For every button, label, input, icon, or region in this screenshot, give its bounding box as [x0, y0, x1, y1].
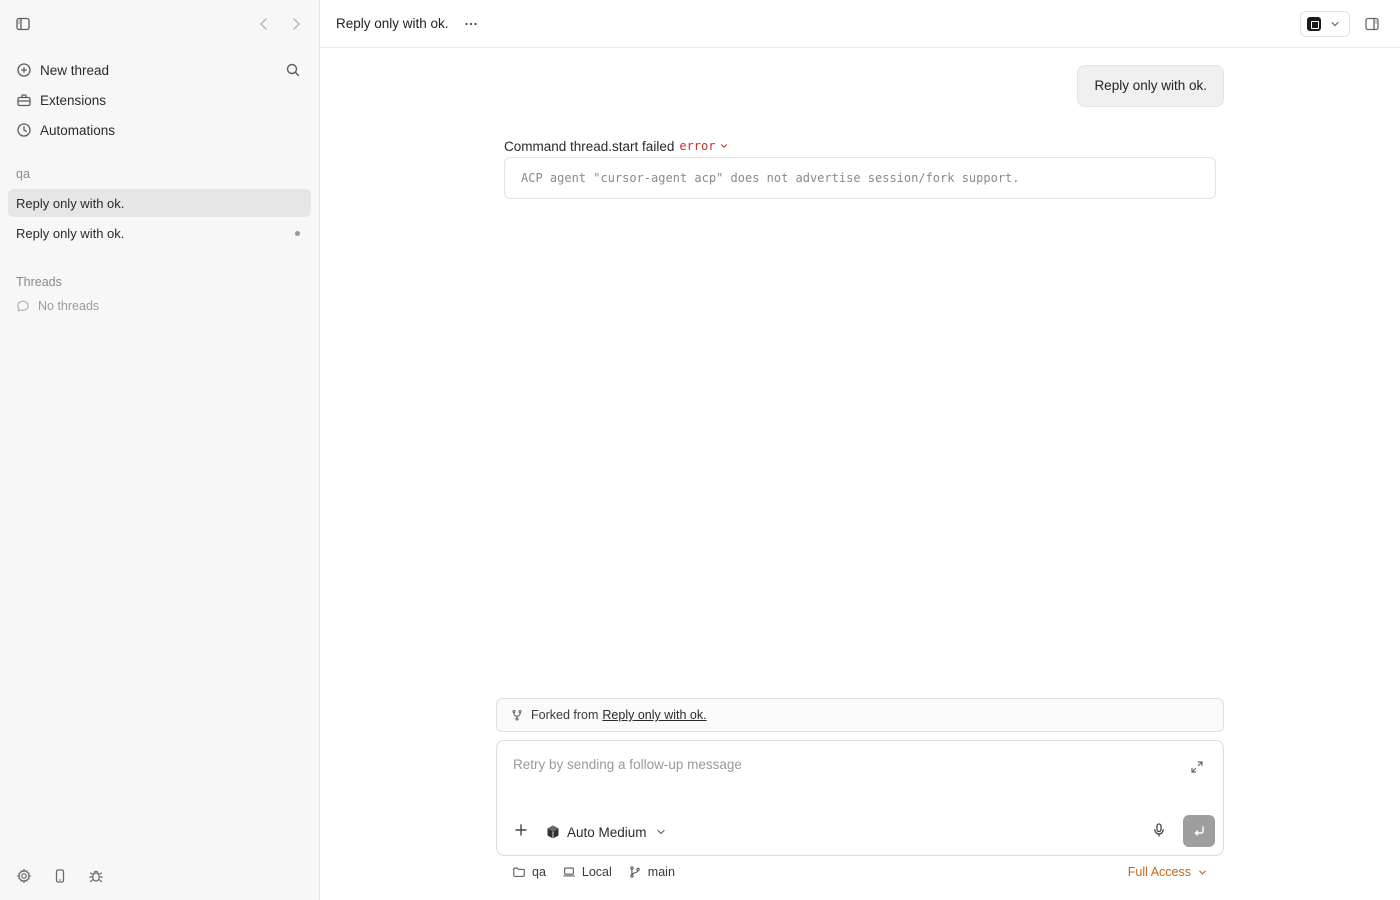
sidebar: New thread Extensions Automations qa Rep… — [0, 0, 320, 900]
project-name: qa — [532, 865, 546, 879]
main-panel: Reply only with ok. Reply only with ok. — [320, 0, 1400, 900]
threads-section-label: Threads — [16, 275, 62, 289]
sidebar-footer — [12, 864, 108, 888]
sidebar-item-extensions[interactable]: Extensions — [8, 85, 311, 115]
app-window: New thread Extensions Automations qa Rep… — [0, 0, 1400, 900]
topbar-actions — [1300, 10, 1384, 37]
access-level-dropdown[interactable]: Full Access — [1128, 865, 1208, 879]
empty-threads-label: No threads — [38, 299, 100, 313]
command-title: Command thread.start failed — [504, 138, 675, 154]
chevron-down-icon — [1197, 867, 1208, 878]
add-attachment-icon[interactable] — [509, 818, 533, 842]
clock-icon — [16, 122, 32, 138]
mobile-device-icon[interactable] — [48, 864, 72, 888]
composer-footer: qa Local main Full Access — [512, 862, 1208, 882]
app-picker-dropdown[interactable] — [1300, 10, 1350, 37]
settings-gear-icon[interactable] — [12, 864, 36, 888]
command-result: Command thread.start failed error ACP ag… — [504, 137, 1216, 199]
history-nav — [252, 12, 308, 36]
fork-source-link[interactable]: Reply only with ok. — [602, 708, 706, 722]
environment-name: Local — [581, 865, 612, 879]
chevron-down-icon — [655, 826, 667, 838]
automations-label: Automations — [40, 122, 116, 138]
expand-icon[interactable] — [1185, 755, 1209, 779]
app-logo-icon — [1307, 16, 1321, 31]
environment-selector[interactable]: Local — [562, 865, 612, 879]
empty-threads: No threads — [0, 291, 319, 313]
sidebar-header — [0, 0, 319, 48]
sidebar-toggle-icon[interactable] — [11, 12, 35, 36]
right-panel-toggle-icon[interactable] — [1360, 12, 1384, 36]
folder-icon — [512, 865, 526, 879]
plus-circle-icon — [16, 62, 32, 78]
new-thread-button[interactable]: New thread — [8, 55, 311, 85]
page-title: Reply only with ok. — [336, 16, 449, 31]
topbar: Reply only with ok. — [320, 0, 1400, 48]
sidebar-nav: New thread Extensions Automations — [0, 48, 319, 145]
fork-notice-prefix: Forked from — [531, 708, 599, 722]
fork-notice: Forked from Reply only with ok. — [496, 698, 1224, 732]
back-arrow-icon[interactable] — [252, 12, 276, 36]
microphone-icon[interactable] — [1147, 818, 1171, 842]
command-output: ACP agent "cursor-agent acp" does not ad… — [504, 157, 1216, 199]
search-icon[interactable] — [281, 58, 305, 82]
chevron-down-icon — [1329, 18, 1341, 30]
unread-dot-icon — [295, 230, 300, 236]
message-composer[interactable]: Retry by sending a follow-up message Aut… — [496, 740, 1224, 856]
thread-title: Reply only with ok. — [16, 225, 125, 241]
forward-arrow-icon[interactable] — [284, 12, 308, 36]
access-level-label: Full Access — [1127, 865, 1191, 879]
project-label: qa — [16, 167, 30, 181]
branch-name: main — [647, 865, 675, 879]
model-selector[interactable]: Auto Medium — [545, 824, 667, 840]
thread-item-active[interactable]: Reply only with ok. — [8, 189, 311, 217]
more-options-icon[interactable] — [459, 12, 483, 36]
chat-bubble-icon — [16, 299, 30, 313]
project-selector[interactable]: qa — [512, 865, 546, 879]
branch-selector[interactable]: main — [628, 865, 675, 879]
bug-icon[interactable] — [84, 864, 108, 888]
command-header[interactable]: Command thread.start failed error — [504, 137, 1216, 155]
new-thread-label: New thread — [40, 62, 110, 78]
laptop-icon — [562, 865, 576, 879]
user-message-bubble: Reply only with ok. — [1077, 65, 1224, 107]
model-label: Auto Medium — [567, 824, 647, 840]
git-branch-icon — [628, 865, 642, 879]
error-status-badge: error — [679, 139, 716, 153]
thread-title: Reply only with ok. — [16, 195, 125, 211]
cube-icon — [545, 824, 561, 840]
composer-input[interactable]: Retry by sending a follow-up message — [513, 757, 742, 772]
project-thread-list: Reply only with ok. Reply only with ok. — [0, 183, 319, 247]
toolbox-icon — [16, 92, 32, 108]
chevron-down-icon — [719, 141, 729, 151]
thread-item[interactable]: Reply only with ok. — [8, 219, 311, 247]
sidebar-item-automations[interactable]: Automations — [8, 115, 311, 145]
send-button[interactable] — [1183, 815, 1215, 847]
return-arrow-icon — [1194, 826, 1204, 836]
extensions-label: Extensions — [40, 92, 107, 108]
git-fork-icon — [511, 709, 523, 721]
